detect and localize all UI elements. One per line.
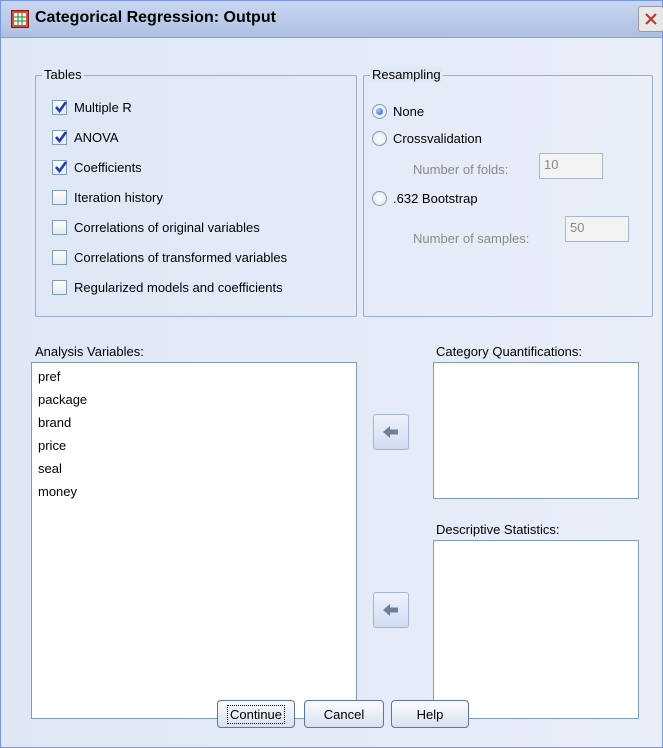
checkmark-icon <box>55 160 68 173</box>
radio-indicator[interactable] <box>372 130 387 146</box>
resampling-crossvalidation-label: Crossvalidation <box>393 130 482 146</box>
table-option-label: Correlations of original variables <box>74 219 260 235</box>
table-option-checkbox[interactable]: Coefficients <box>52 158 142 176</box>
resampling-legend: Resampling <box>370 67 443 82</box>
checkbox-box[interactable] <box>52 279 67 295</box>
title-bar[interactable]: Categorical Regression: Output <box>1 1 663 38</box>
list-item[interactable]: seal <box>32 457 356 480</box>
arrow-left-icon <box>383 426 398 438</box>
list-item[interactable]: brand <box>32 411 356 434</box>
category-quantifications-list[interactable] <box>433 362 639 499</box>
table-option-label: Correlations of transformed variables <box>74 249 288 265</box>
move-to-quantifications-button[interactable] <box>373 414 409 450</box>
dialog-window: Categorical Regression: Output Tables Mu… <box>0 0 663 748</box>
table-option-checkbox[interactable]: Correlations of original variables <box>52 218 260 236</box>
samples-input[interactable]: 50 <box>565 216 629 242</box>
resampling-none-label: None <box>393 103 425 119</box>
tables-group: Tables Multiple R ANOVA Coefficients Iterat… <box>35 67 357 317</box>
resampling-crossvalidation-radio[interactable]: Crossvalidation <box>372 129 482 147</box>
move-to-descriptive-button[interactable] <box>373 592 409 628</box>
table-option-label: Iteration history <box>74 189 163 205</box>
radio-indicator[interactable] <box>372 190 387 206</box>
checkbox-box[interactable] <box>52 249 67 265</box>
checkmark-icon <box>55 130 68 143</box>
resampling-bootstrap-radio[interactable]: .632 Bootstrap <box>372 189 478 207</box>
spreadsheet-icon <box>11 10 29 28</box>
table-option-checkbox[interactable]: Iteration history <box>52 188 163 206</box>
list-item[interactable]: price <box>32 434 356 457</box>
list-item[interactable]: package <box>32 388 356 411</box>
close-button[interactable] <box>638 6 663 32</box>
dialog-body: Tables Multiple R ANOVA Coefficients Iterat… <box>1 38 662 747</box>
table-option-checkbox[interactable]: Correlations of transformed variables <box>52 248 287 266</box>
arrow-left-icon <box>383 604 398 616</box>
resampling-group: Resampling None Crossvalidation Number o… <box>363 67 653 317</box>
close-icon <box>645 13 657 25</box>
category-quantifications-label: Category Quantifications: <box>436 344 582 359</box>
cancel-label: Cancel <box>323 706 365 722</box>
analysis-variables-list[interactable]: pref package brand price seal money <box>31 362 357 719</box>
checkbox-box[interactable] <box>52 129 68 145</box>
checkbox-box[interactable] <box>52 189 67 205</box>
table-option-label: Multiple R <box>74 99 132 115</box>
table-option-label: Coefficients <box>74 159 142 175</box>
table-option-label: ANOVA <box>74 129 119 145</box>
list-item[interactable]: pref <box>32 365 356 388</box>
list-item[interactable]: money <box>32 480 356 503</box>
cancel-button[interactable]: Cancel <box>304 700 384 728</box>
descriptive-statistics-list[interactable] <box>433 540 639 719</box>
checkbox-box[interactable] <box>52 159 68 175</box>
checkmark-icon <box>55 100 68 113</box>
table-option-checkbox[interactable]: Multiple R <box>52 98 132 116</box>
resampling-none-radio[interactable]: None <box>372 102 424 120</box>
help-label: Help <box>416 706 444 722</box>
descriptive-statistics-label: Descriptive Statistics: <box>436 522 560 537</box>
samples-label: Number of samples: <box>413 231 530 246</box>
continue-button[interactable]: Continue <box>217 700 295 728</box>
resampling-bootstrap-label: .632 Bootstrap <box>393 190 478 206</box>
continue-label: Continue <box>226 704 286 724</box>
checkbox-box[interactable] <box>52 219 67 235</box>
table-option-label: Regularized models and coefficients <box>74 279 283 295</box>
tables-legend: Tables <box>42 67 84 82</box>
radio-indicator[interactable] <box>372 103 387 119</box>
table-option-checkbox[interactable]: Regularized models and coefficients <box>52 278 283 296</box>
help-button[interactable]: Help <box>391 700 469 728</box>
folds-label: Number of folds: <box>413 162 509 177</box>
folds-input[interactable]: 10 <box>539 153 603 179</box>
table-option-checkbox[interactable]: ANOVA <box>52 128 119 146</box>
checkbox-box[interactable] <box>52 99 68 115</box>
window-title: Categorical Regression: Output <box>35 9 276 26</box>
analysis-variables-label: Analysis Variables: <box>35 344 144 359</box>
